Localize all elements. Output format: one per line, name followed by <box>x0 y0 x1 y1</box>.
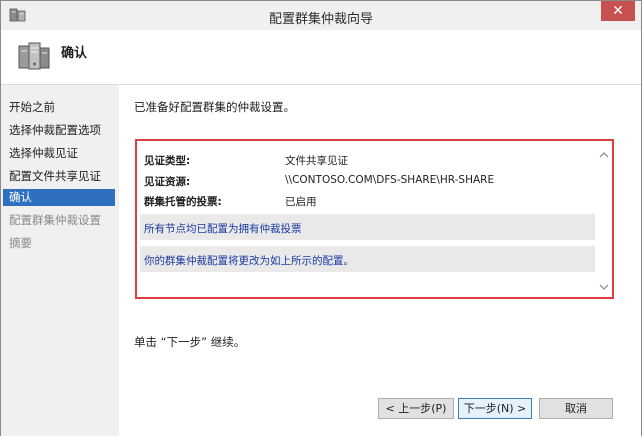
step-configure-quorum-settings: 配置群集仲裁设置 <box>9 213 101 227</box>
title-bar[interactable]: 配置群集仲裁向导 ✕ <box>1 1 641 31</box>
summary-scrollbar[interactable] <box>596 141 612 297</box>
witness-resource-label: 见证资源: <box>144 176 191 188</box>
close-icon: ✕ <box>612 3 624 19</box>
cancel-button[interactable]: 取消 <box>539 398 613 419</box>
cluster-managed-voting-label: 群集托管的投票: <box>144 196 222 208</box>
step-before-you-begin[interactable]: 开始之前 <box>9 99 55 116</box>
wizard-steps-nav: 开始之前 选择仲裁配置选项 选择仲裁见证 配置文件共享见证 确认 配置群集仲裁设… <box>1 85 119 436</box>
chevron-down-icon[interactable] <box>598 281 610 293</box>
step-configure-file-share-witness[interactable]: 配置文件共享见证 <box>9 168 101 185</box>
main-content: 已准备好配置群集的仲裁设置。 见证类型: 文件共享见证 见证资源: \\CONT… <box>119 85 641 436</box>
cluster-servers-icon <box>18 42 50 70</box>
summary-list: 见证类型: 文件共享见证 见证资源: \\CONTOSO.COM\DFS-SHA… <box>140 144 595 294</box>
next-button[interactable]: 下一步(N) > <box>458 398 532 419</box>
continue-instruction: 单击 “下一步” 继续。 <box>134 335 246 349</box>
summary-note-voting: 所有节点均已配置为拥有仲裁投票 <box>144 223 302 235</box>
intro-text: 已准备好配置群集的仲裁设置。 <box>134 100 295 114</box>
summary-note-config-change: 你的群集仲裁配置将更改为如上所示的配置。 <box>144 255 354 267</box>
wizard-window: 配置群集仲裁向导 ✕ 确认 开始之前 选择仲裁配置选项 选择仲裁见证 配置文件共… <box>0 0 642 436</box>
close-button[interactable]: ✕ <box>601 1 635 21</box>
step-select-quorum-witness[interactable]: 选择仲裁见证 <box>9 145 78 162</box>
window-title: 配置群集仲裁向导 <box>268 12 373 27</box>
step-confirmation[interactable]: 确认 <box>3 189 115 206</box>
wizard-header: 确认 <box>1 30 641 85</box>
step-summary: 摘要 <box>9 236 32 250</box>
summary-note-row: 所有节点均已配置为拥有仲裁投票 <box>140 214 595 240</box>
step-select-quorum-option[interactable]: 选择仲裁配置选项 <box>9 122 101 139</box>
witness-type-value: 文件共享见证 <box>285 155 348 167</box>
summary-note-row: 你的群集仲裁配置将更改为如上所示的配置。 <box>140 246 595 272</box>
cluster-managed-voting-value: 已启用 <box>285 196 317 208</box>
witness-resource-value: \\CONTOSO.COM\DFS-SHARE\HR-SHARE <box>285 174 495 186</box>
page-title: 确认 <box>61 46 88 61</box>
chevron-up-icon[interactable] <box>598 149 610 161</box>
back-button[interactable]: < 上一步(P) <box>378 398 454 419</box>
confirmation-summary-box[interactable]: 见证类型: 文件共享见证 见证资源: \\CONTOSO.COM\DFS-SHA… <box>135 139 614 299</box>
witness-type-label: 见证类型: <box>144 155 191 167</box>
wizard-body: 开始之前 选择仲裁配置选项 选择仲裁见证 配置文件共享见证 确认 配置群集仲裁设… <box>1 85 641 436</box>
